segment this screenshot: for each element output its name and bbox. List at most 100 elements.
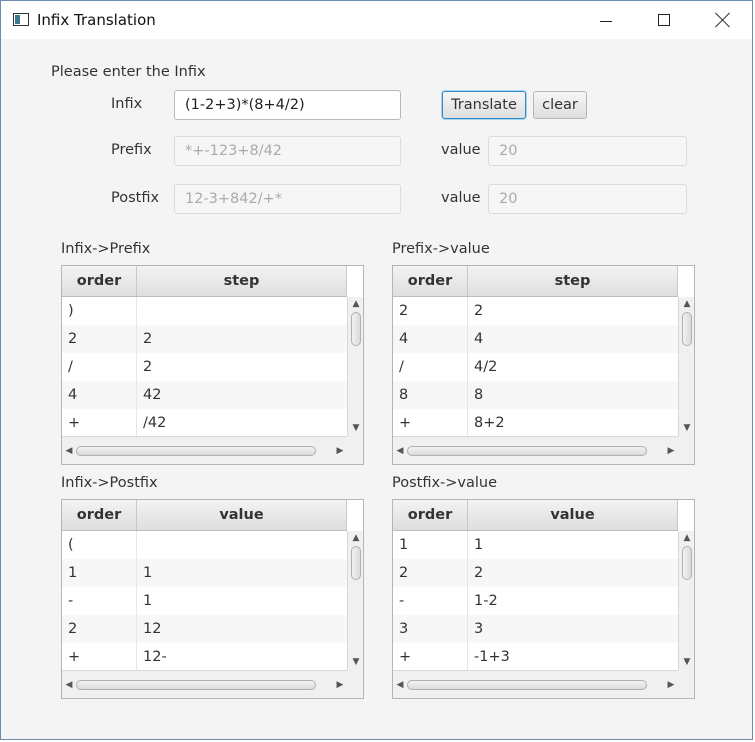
cell-step: 8+2 [474, 415, 505, 431]
infix-label: Infix [111, 96, 143, 112]
column-header-order[interactable]: order [393, 266, 468, 296]
horizontal-scroll-thumb[interactable] [407, 680, 647, 690]
table-row[interactable]: ( [62, 531, 347, 559]
cell-order: / [393, 353, 468, 381]
infix-input[interactable]: (1-2+3)*(8+4/2) [174, 90, 401, 120]
vertical-scroll-thumb[interactable] [682, 546, 692, 580]
table-row[interactable]: 2 12 [62, 615, 347, 643]
prefix-value-output: 20 [488, 136, 687, 166]
cell-value: 1 [474, 537, 484, 553]
maximize-button[interactable] [635, 1, 693, 39]
scroll-right-icon[interactable]: ▶ [335, 446, 345, 456]
column-header-order[interactable]: order [393, 500, 468, 530]
cell-value: 1 [143, 565, 153, 581]
cell-step [137, 297, 347, 325]
cell-step: 42 [143, 387, 162, 403]
table-row[interactable]: ) [62, 297, 347, 325]
scroll-corner [347, 670, 363, 698]
table-body: 1122-1-233+-1+388 [393, 531, 678, 670]
scroll-right-icon[interactable]: ▶ [666, 446, 676, 456]
scroll-right-icon[interactable]: ▶ [335, 680, 345, 690]
column-header-step[interactable]: step [137, 266, 347, 296]
postfix-value-output: 20 [488, 184, 687, 214]
column-header-step[interactable]: step [468, 266, 678, 296]
cell-order: 2 [62, 615, 137, 643]
table-row[interactable]: 4 42 [62, 381, 347, 409]
cell-order: - [393, 587, 468, 615]
column-header-order[interactable]: order [62, 266, 137, 296]
table-row[interactable]: 22 [393, 559, 678, 587]
close-icon [714, 11, 732, 29]
table-row[interactable]: 22 [62, 325, 347, 353]
vertical-scrollbar[interactable]: ▲ ▼ [678, 531, 694, 670]
scroll-left-icon[interactable]: ◀ [64, 680, 74, 690]
scroll-down-icon[interactable]: ▼ [682, 423, 692, 433]
table-row[interactable]: +12- [62, 643, 347, 670]
scroll-down-icon[interactable]: ▼ [351, 423, 361, 433]
table-header: order value [393, 500, 678, 531]
scroll-left-icon[interactable]: ◀ [395, 680, 405, 690]
minimize-button[interactable] [577, 1, 635, 39]
cell-value: 2 [474, 565, 484, 581]
cell-value: -1+3 [474, 649, 510, 665]
table-row[interactable]: 33 [393, 615, 678, 643]
close-button[interactable] [693, 1, 751, 39]
scroll-up-icon[interactable]: ▲ [351, 299, 361, 309]
cell-order: 2 [62, 325, 137, 353]
scroll-up-icon[interactable]: ▲ [682, 533, 692, 543]
translate-button[interactable]: Translate [442, 91, 526, 119]
vertical-scroll-thumb[interactable] [682, 312, 692, 346]
horizontal-scroll-thumb[interactable] [76, 680, 316, 690]
vertical-scroll-thumb[interactable] [351, 546, 361, 580]
table-row[interactable]: 44 [393, 325, 678, 353]
table-row[interactable]: + /42 [62, 409, 347, 436]
cell-step: /42 [143, 415, 167, 431]
prompt-label: Please enter the Infix [51, 64, 206, 80]
column-header-value[interactable]: value [468, 500, 678, 530]
vertical-scrollbar[interactable]: ▲ ▼ [347, 297, 363, 436]
table-row[interactable]: /2 [62, 353, 347, 381]
table-row[interactable]: / 4/2 [393, 353, 678, 381]
table-row[interactable]: +8+2 [393, 409, 678, 436]
table-row[interactable]: -1-2 [393, 587, 678, 615]
horizontal-scroll-thumb[interactable] [407, 446, 647, 456]
horizontal-scroll-thumb[interactable] [76, 446, 316, 456]
window-title: Infix Translation [37, 11, 156, 29]
horizontal-scrollbar[interactable]: ◀ ▶ [393, 670, 678, 698]
vertical-scrollbar[interactable]: ▲ ▼ [678, 297, 694, 436]
cell-step: 8 [474, 387, 484, 403]
infix-postfix-table[interactable]: ordervalue(11-1212+12-312-3▲▼◀▶ [61, 499, 364, 699]
prefix-value-table[interactable]: orderstep2244/4/288+8+233▲▼◀▶ [392, 265, 695, 465]
horizontal-scrollbar[interactable]: ◀ ▶ [62, 670, 347, 698]
cell-value: 1 [143, 593, 153, 609]
table-row[interactable]: 22 [393, 297, 678, 325]
clear-button[interactable]: clear [533, 91, 587, 119]
vertical-scrollbar[interactable]: ▲ ▼ [347, 531, 363, 670]
cell-order: ) [62, 297, 137, 325]
column-header-order[interactable]: order [62, 500, 137, 530]
horizontal-scrollbar[interactable]: ◀ ▶ [393, 436, 678, 464]
table-row[interactable]: 11 [393, 531, 678, 559]
scroll-down-icon[interactable]: ▼ [351, 657, 361, 667]
scroll-right-icon[interactable]: ▶ [666, 680, 676, 690]
app-window: Infix Translation Please enter the Infix… [0, 0, 753, 740]
horizontal-scrollbar[interactable]: ◀ ▶ [62, 436, 347, 464]
table-row[interactable]: 88 [393, 381, 678, 409]
infix-prefix-table[interactable]: orderstep)22/2442+/4288/42▲▼◀▶ [61, 265, 364, 465]
vertical-scroll-thumb[interactable] [351, 312, 361, 346]
cell-order: + [393, 409, 468, 436]
scroll-up-icon[interactable]: ▲ [351, 533, 361, 543]
scroll-down-icon[interactable]: ▼ [682, 657, 692, 667]
table-row[interactable]: 11 [62, 559, 347, 587]
postfix-value-table[interactable]: ordervalue1122-1-233+-1+388▲▼◀▶ [392, 499, 695, 699]
table-row[interactable]: + -1+3 [393, 643, 678, 670]
column-header-value[interactable]: value [137, 500, 347, 530]
infix-postfix-title: Infix->Postfix [61, 475, 158, 491]
scroll-left-icon[interactable]: ◀ [395, 446, 405, 456]
scroll-up-icon[interactable]: ▲ [682, 299, 692, 309]
maximize-icon [658, 14, 670, 26]
table-row[interactable]: -1 [62, 587, 347, 615]
table-body: )22/2442+/4288/42 [62, 297, 347, 436]
table-body: 2244/4/288+8+233 [393, 297, 678, 436]
scroll-left-icon[interactable]: ◀ [64, 446, 74, 456]
